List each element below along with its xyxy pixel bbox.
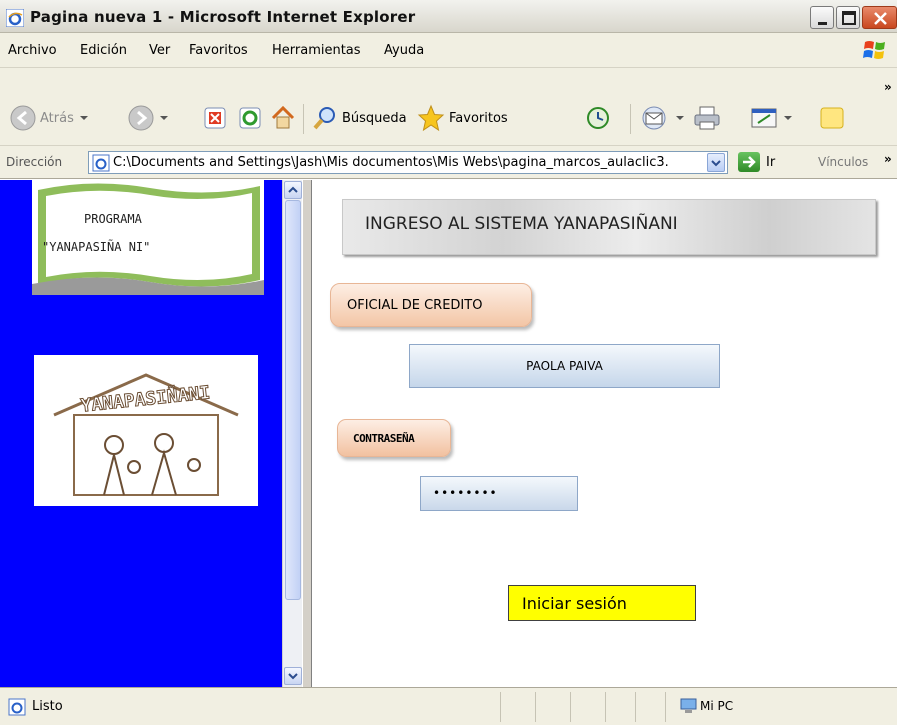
history-icon — [587, 107, 609, 129]
menu-bar: Archivo Edición Ver Favoritos Herramient… — [0, 33, 897, 68]
search-button[interactable]: Búsqueda — [312, 104, 407, 132]
maximize-button[interactable] — [836, 6, 860, 29]
close-button[interactable] — [862, 6, 897, 29]
logo-line1: PROGRAMA — [84, 212, 142, 226]
messenger-button[interactable] — [818, 104, 846, 132]
toolbar-separator — [630, 104, 631, 134]
status-divider — [635, 692, 636, 722]
favorites-button[interactable]: Favoritos — [417, 104, 508, 132]
status-divider — [535, 692, 536, 722]
browser-content: PROGRAMA "YANAPASIÑA NI" YANAPASIÑANI IN… — [0, 180, 897, 687]
chevron-down-icon — [711, 160, 721, 167]
mail-icon — [642, 106, 666, 130]
stop-icon — [204, 107, 226, 129]
main-frame: INGRESO AL SISTEMA YANAPASIÑANI OFICIAL … — [312, 180, 897, 687]
search-icon — [313, 107, 335, 130]
toolbar-overflow-icon[interactable]: » — [884, 80, 892, 94]
address-input[interactable]: C:\Documents and Settings\Jash\Mis docum… — [88, 151, 728, 174]
minimize-button[interactable] — [810, 6, 834, 29]
edit-icon — [751, 108, 777, 128]
toolbar-separator — [303, 104, 304, 134]
left-frame: PROGRAMA "YANAPASIÑA NI" YANAPASIÑANI — [0, 180, 282, 687]
scroll-thumb[interactable] — [285, 200, 301, 600]
login-label: Iniciar sesión — [522, 594, 627, 613]
edit-button[interactable] — [750, 104, 792, 132]
password-label: CONTRASEÑA — [353, 432, 415, 445]
chevron-down-icon — [784, 116, 792, 120]
back-arrow-icon — [10, 105, 36, 131]
login-button[interactable]: Iniciar sesión — [508, 585, 696, 621]
star-icon — [417, 104, 445, 132]
search-label: Búsqueda — [342, 110, 407, 126]
forward-button[interactable] — [128, 104, 168, 132]
back-button[interactable]: Atrás — [10, 104, 88, 132]
chevron-down-icon — [288, 673, 298, 680]
computer-icon — [680, 698, 697, 713]
emblem-image: YANAPASIÑANI — [34, 355, 258, 506]
scroll-down-button[interactable] — [284, 667, 302, 685]
frame-divider[interactable] — [302, 180, 312, 687]
page-icon — [8, 698, 26, 716]
page-heading-banner: INGRESO AL SISTEMA YANAPASIÑANI — [342, 199, 876, 255]
chevron-down-icon — [676, 116, 684, 120]
menu-favoritos[interactable]: Favoritos — [189, 43, 248, 58]
back-label: Atrás — [40, 110, 74, 126]
menu-ayuda[interactable]: Ayuda — [384, 43, 424, 58]
menu-archivo[interactable]: Archivo — [8, 43, 57, 58]
address-label: Dirección — [6, 155, 63, 169]
menu-ver[interactable]: Ver — [149, 43, 170, 58]
status-divider — [665, 692, 666, 722]
password-field[interactable]: •••••••• — [420, 476, 578, 511]
forward-arrow-icon — [128, 105, 154, 131]
mail-button[interactable] — [640, 104, 684, 132]
ie-icon — [6, 9, 24, 27]
emblem-text: YANAPASIÑANI — [79, 380, 211, 416]
stop-button[interactable] — [203, 104, 227, 132]
password-value: •••••••• — [433, 486, 498, 500]
window-title: Pagina nueva 1 - Microsoft Internet Expl… — [30, 8, 416, 26]
title-bar: Pagina nueva 1 - Microsoft Internet Expl… — [0, 0, 897, 33]
home-icon — [271, 105, 295, 129]
logo-line2: "YANAPASIÑA NI" — [42, 240, 151, 254]
refresh-button[interactable] — [238, 104, 262, 132]
program-logo: PROGRAMA "YANAPASIÑA NI" — [32, 180, 264, 295]
status-divider — [605, 692, 606, 722]
scroll-up-button[interactable] — [284, 181, 302, 199]
print-button[interactable] — [693, 104, 721, 132]
status-divider — [570, 692, 571, 722]
chevron-up-icon — [288, 186, 298, 193]
page-title: INGRESO AL SISTEMA YANAPASIÑANI — [365, 214, 678, 234]
left-frame-scrollbar[interactable] — [282, 180, 302, 687]
history-button[interactable] — [585, 104, 611, 132]
go-button[interactable]: Ir — [738, 152, 775, 172]
favorites-label: Favoritos — [449, 110, 508, 126]
note-icon — [820, 107, 844, 129]
menu-herramientas[interactable]: Herramientas — [272, 43, 361, 58]
menu-edicion[interactable]: Edición — [80, 43, 127, 58]
password-button[interactable]: CONTRASEÑA — [337, 419, 451, 457]
officer-label: OFICIAL DE CREDITO — [347, 298, 483, 313]
username-field[interactable]: PAOLA PAIVA — [409, 344, 720, 388]
go-label: Ir — [766, 154, 776, 170]
refresh-icon — [239, 107, 261, 129]
chevron-down-icon — [79, 116, 88, 120]
username-value: PAOLA PAIVA — [526, 359, 603, 373]
officer-button[interactable]: OFICIAL DE CREDITO — [330, 283, 532, 327]
chevron-down-icon — [160, 116, 168, 120]
links-label[interactable]: Vínculos — [818, 155, 868, 169]
address-url: C:\Documents and Settings\Jash\Mis docum… — [113, 155, 669, 170]
windows-logo-icon — [863, 41, 885, 59]
status-divider — [500, 692, 501, 722]
status-bar: Listo Mi PC — [0, 687, 897, 725]
page-icon — [92, 154, 110, 172]
address-bar: Dirección C:\Documents and Settings\Jash… — [0, 146, 897, 179]
toolbar: Atrás Búsqueda Favoritos » — [0, 68, 897, 146]
security-zone: Mi PC — [700, 699, 734, 713]
printer-icon — [694, 106, 720, 130]
links-overflow-icon[interactable]: » — [884, 152, 892, 166]
status-text: Listo — [32, 699, 63, 714]
address-dropdown-button[interactable] — [707, 153, 725, 172]
home-button[interactable] — [270, 104, 296, 132]
go-arrow-icon — [738, 152, 760, 172]
